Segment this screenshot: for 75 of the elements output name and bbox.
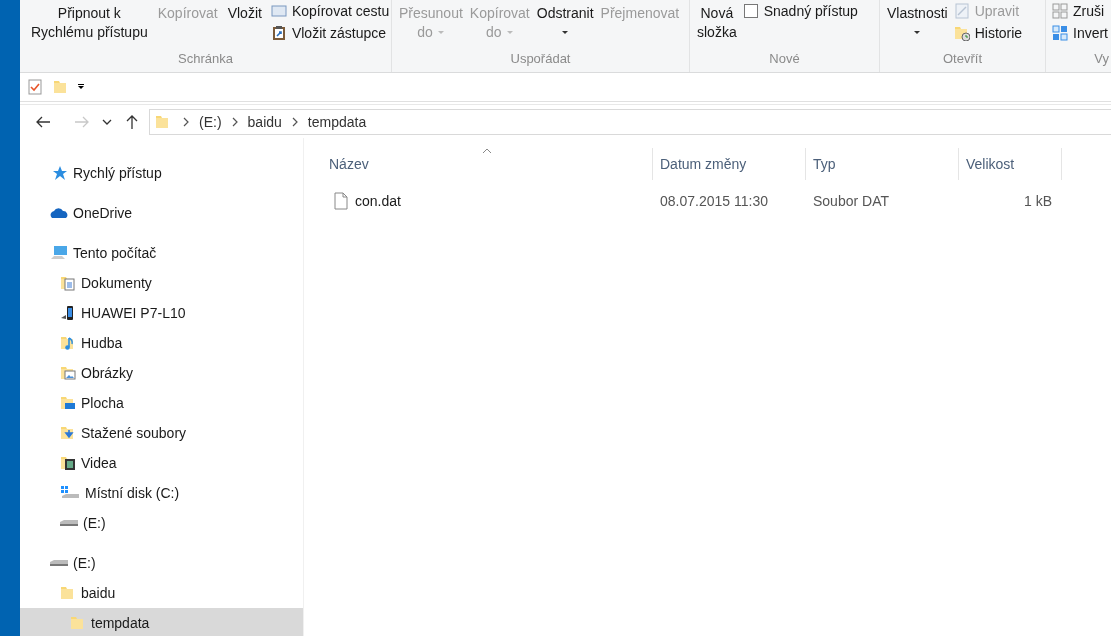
- ribbon-button[interactable]: Nová složka: [696, 0, 738, 42]
- file-size: 1 kB: [1023, 193, 1053, 209]
- nav-item[interactable]: Místní disk (C:): [20, 478, 303, 508]
- ribbon-button[interactable]: Odstranit: [535, 0, 595, 42]
- music-folder-icon: [60, 335, 76, 351]
- nav-item[interactable]: Rychlý přístup: [20, 158, 303, 188]
- group-label: Schránka: [177, 50, 234, 68]
- drive-icon: [50, 560, 68, 566]
- folder-icon: [60, 585, 76, 601]
- sort-icon: [482, 148, 492, 154]
- downloads-folder-icon: [60, 425, 76, 441]
- invert-selection-icon: [1052, 25, 1068, 41]
- checklist-icon[interactable]: [27, 79, 43, 95]
- breadcrumb[interactable]: (E:): [199, 113, 222, 130]
- column-header[interactable]: Datum změny: [653, 148, 806, 180]
- modified-date: 08.07.2015 11:30: [659, 193, 769, 209]
- file-type: Soubor DAT: [812, 193, 890, 209]
- group-label: Otevřít: [942, 50, 983, 68]
- folder-icon: [155, 113, 169, 130]
- ribbon-button[interactable]: Připnout k Rychlému přístupu: [30, 0, 149, 42]
- nav-item[interactable]: tempdata: [20, 608, 303, 636]
- dropdown-icon[interactable]: [77, 83, 85, 91]
- column-header[interactable]: Velikost: [959, 148, 1062, 180]
- nav-item[interactable]: OneDrive: [20, 198, 303, 228]
- phone-icon: [60, 305, 76, 321]
- windows-disk-icon: [60, 485, 80, 501]
- chevron-right-icon[interactable]: [182, 116, 190, 127]
- caret-icon: [436, 30, 445, 35]
- ribbon-button[interactable]: Vložit zástupce: [270, 22, 390, 44]
- group-label: Vy: [1093, 50, 1110, 68]
- nav-item[interactable]: Obrázky: [20, 358, 303, 388]
- column-header[interactable]: Název: [322, 148, 653, 180]
- ribbon-button[interactable]: Snadný přístup: [742, 0, 858, 22]
- caret-icon: [505, 30, 514, 35]
- cloud-icon: [50, 205, 68, 221]
- ribbon-button[interactable]: Vložit: [226, 0, 263, 23]
- nav-item[interactable]: Stažené soubory: [20, 418, 303, 448]
- ribbon-button[interactable]: Kopírovat cestu: [270, 0, 390, 22]
- clipboard-icon: [270, 25, 287, 41]
- chevron-right-icon[interactable]: [290, 116, 299, 127]
- caret-icon: [913, 30, 922, 35]
- group-label: Uspořádat: [509, 50, 572, 68]
- history-folder-icon: [953, 25, 970, 41]
- desktop-folder-icon: [60, 395, 76, 411]
- drive-icon: [60, 520, 78, 526]
- nav-item[interactable]: (E:): [20, 508, 303, 538]
- checkbox-icon: [742, 3, 759, 19]
- ribbon-button[interactable]: Zruši: [1052, 0, 1108, 22]
- file-name[interactable]: con.dat: [355, 193, 401, 209]
- caret-icon: [561, 30, 570, 35]
- computer-icon: [50, 245, 68, 261]
- breadcrumb[interactable]: baidu: [247, 113, 282, 130]
- column-header[interactable]: Typ: [806, 148, 959, 180]
- videos-folder-icon: [60, 455, 76, 471]
- nav-item[interactable]: Tento počítač: [20, 238, 303, 268]
- ribbon-button[interactable]: Vlastnosti: [886, 0, 949, 42]
- up-icon[interactable]: [124, 113, 140, 130]
- documents-folder-icon: [60, 275, 76, 291]
- folder-icon: [70, 615, 86, 631]
- edit-document-icon: [953, 3, 970, 19]
- nav-item[interactable]: Hudba: [20, 328, 303, 358]
- nav-item[interactable]: Videa: [20, 448, 303, 478]
- ribbon-button[interactable]: Invert: [1052, 22, 1108, 44]
- breadcrumb[interactable]: tempdata: [307, 113, 367, 130]
- ribbon-button[interactable]: Historie: [953, 22, 1023, 44]
- nav-item[interactable]: (E:): [20, 548, 303, 578]
- chevron-right-icon[interactable]: [230, 116, 239, 127]
- nav-item[interactable]: Plocha: [20, 388, 303, 418]
- pictures-folder-icon: [60, 365, 76, 381]
- group-label: Nové: [768, 50, 801, 68]
- address-field[interactable]: (E:) baidu tempdata: [149, 108, 1111, 135]
- file-icon: [333, 192, 349, 210]
- nav-item[interactable]: HUAWEI P7-L10: [20, 298, 303, 328]
- nav-item[interactable]: Dokumenty: [20, 268, 303, 298]
- nav-item[interactable]: baidu: [20, 578, 303, 608]
